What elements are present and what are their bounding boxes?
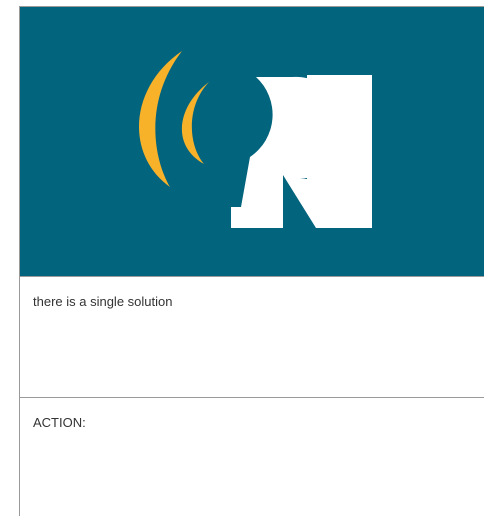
content-card: there is a single solution ACTION: bbox=[19, 6, 484, 516]
message-text: there is a single solution bbox=[33, 294, 173, 309]
section-divider bbox=[20, 397, 484, 398]
action-label: ACTION: bbox=[33, 415, 86, 430]
logo-panel bbox=[20, 7, 484, 277]
on-radio-signal-logo-icon bbox=[20, 7, 484, 277]
section-divider bbox=[20, 276, 484, 277]
logo-background bbox=[20, 7, 484, 277]
